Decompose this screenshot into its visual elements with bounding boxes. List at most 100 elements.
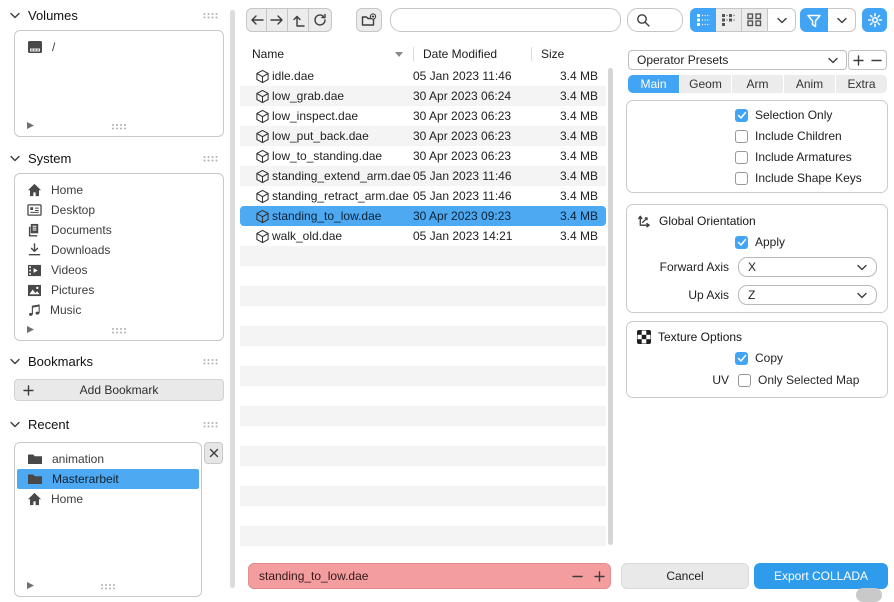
copy-option[interactable]: Copy bbox=[627, 351, 887, 365]
file-row[interactable]: idle.dae05 Jan 2023 11:463.4 MB bbox=[240, 66, 606, 86]
option-include-armatures[interactable]: Include Armatures bbox=[627, 150, 887, 164]
file-row[interactable]: low_to_standing.dae30 Apr 2023 06:233.4 … bbox=[240, 146, 606, 166]
sidebar-item-animation[interactable]: animation bbox=[17, 449, 199, 469]
view-vertical-list-button[interactable] bbox=[690, 8, 716, 32]
only-selected-map-option[interactable]: Only Selected Map bbox=[738, 373, 877, 387]
file-row[interactable]: low_grab.dae30 Apr 2023 06:243.4 MB bbox=[240, 86, 606, 106]
sidebar-item-documents[interactable]: Documents bbox=[17, 220, 221, 240]
forward-axis-dropdown[interactable]: X bbox=[738, 257, 877, 277]
file-row[interactable]: standing_retract_arm.dae05 Jan 2023 11:4… bbox=[240, 186, 606, 206]
tab-arm[interactable]: Arm bbox=[732, 75, 783, 93]
add-bookmark-button[interactable]: Add Bookmark bbox=[14, 379, 224, 401]
arrow-left-icon bbox=[250, 14, 264, 26]
tab-geom[interactable]: Geom bbox=[680, 75, 731, 93]
sidebar-item-music[interactable]: Music bbox=[17, 300, 221, 320]
settings-button[interactable] bbox=[862, 8, 887, 32]
operator-presets-label: Operator Presets bbox=[637, 53, 728, 67]
grip-dots-icon[interactable] bbox=[203, 12, 218, 19]
sidebar-item-home[interactable]: Home bbox=[17, 180, 221, 200]
system-section-header[interactable]: System bbox=[0, 148, 228, 168]
checkbox-unchecked[interactable] bbox=[735, 172, 748, 185]
refresh-button[interactable] bbox=[309, 8, 332, 32]
filter-button[interactable] bbox=[800, 8, 828, 32]
sidebar-item-videos[interactable]: Videos bbox=[17, 260, 221, 280]
tab-anim[interactable]: Anim bbox=[784, 75, 835, 93]
file-list: idle.dae05 Jan 2023 11:463.4 MBlow_grab.… bbox=[240, 66, 606, 546]
tab-extra[interactable]: Extra bbox=[836, 75, 887, 93]
sidebar-item-label: Documents bbox=[51, 223, 112, 237]
empty-row bbox=[240, 506, 606, 526]
filter-options-dropdown[interactable] bbox=[828, 8, 856, 32]
sidebar-item-home[interactable]: Home bbox=[17, 489, 199, 509]
new-folder-button[interactable] bbox=[356, 8, 382, 32]
back-button[interactable] bbox=[246, 8, 267, 32]
path-input[interactable] bbox=[391, 9, 620, 31]
panel-header[interactable]: Texture Options bbox=[627, 322, 887, 344]
checkbox-label: Only Selected Map bbox=[758, 373, 859, 387]
file-list-scrollbar[interactable] bbox=[608, 68, 613, 545]
operator-presets-dropdown[interactable]: Operator Presets bbox=[628, 50, 847, 70]
view-options-dropdown[interactable] bbox=[768, 8, 796, 32]
mesh-file-icon bbox=[252, 149, 272, 164]
cancel-label: Cancel bbox=[666, 569, 703, 583]
parent-directory-button[interactable] bbox=[288, 8, 309, 32]
checkbox-unchecked[interactable] bbox=[738, 374, 751, 387]
file-row[interactable]: standing_extend_arm.dae05 Jan 2023 11:46… bbox=[240, 166, 606, 186]
checkbox-unchecked[interactable] bbox=[735, 130, 748, 143]
grip-dots-icon[interactable] bbox=[203, 358, 218, 365]
tab-main[interactable]: Main bbox=[628, 75, 679, 93]
panel-header[interactable]: Global Orientation bbox=[627, 205, 887, 228]
preset-remove-button[interactable] bbox=[867, 50, 887, 70]
preset-add-button[interactable] bbox=[848, 50, 868, 70]
sidebar-item-pictures[interactable]: Pictures bbox=[17, 280, 221, 300]
sidebar-scrollbar[interactable] bbox=[230, 10, 235, 588]
sidebar: Volumes / System HomeDesktopDocumentsDow… bbox=[0, 0, 228, 598]
search-field[interactable] bbox=[627, 8, 683, 32]
cancel-button[interactable]: Cancel bbox=[621, 563, 749, 589]
option-include-shape-keys[interactable]: Include Shape Keys bbox=[627, 171, 887, 185]
column-header-date[interactable]: Date Modified bbox=[413, 47, 531, 61]
vertical-list-icon bbox=[696, 13, 711, 27]
triangle-right-icon[interactable] bbox=[26, 121, 35, 130]
export-collada-button[interactable]: Export COLLADA bbox=[754, 563, 888, 589]
sidebar-item-masterarbeit[interactable]: Masterarbeit bbox=[17, 469, 199, 489]
up-axis-dropdown[interactable]: Z bbox=[738, 285, 877, 305]
option-selection-only[interactable]: Selection Only bbox=[627, 108, 887, 122]
triangle-right-icon[interactable] bbox=[26, 325, 35, 334]
view-horizontal-list-button[interactable] bbox=[716, 8, 742, 32]
grip-dots-icon[interactable] bbox=[203, 155, 218, 162]
column-header-name[interactable]: Name bbox=[252, 47, 413, 61]
sidebar-item--[interactable]: / bbox=[17, 37, 221, 57]
file-row[interactable]: low_inspect.dae30 Apr 2023 06:233.4 MB bbox=[240, 106, 606, 126]
grip-dots-icon[interactable] bbox=[112, 327, 127, 334]
grip-dots-icon[interactable] bbox=[203, 421, 218, 428]
increment-filename-button[interactable] bbox=[588, 571, 610, 582]
home-icon bbox=[27, 183, 42, 197]
bookmarks-section-header[interactable]: Bookmarks bbox=[0, 351, 228, 371]
forward-button[interactable] bbox=[267, 8, 288, 32]
checkbox-checked[interactable] bbox=[735, 236, 748, 249]
apply-option[interactable]: Apply bbox=[627, 235, 887, 249]
filename-input[interactable] bbox=[249, 569, 566, 583]
view-thumbnails-button[interactable] bbox=[742, 8, 768, 32]
triangle-right-icon[interactable] bbox=[26, 581, 35, 590]
sidebar-item-downloads[interactable]: Downloads bbox=[17, 240, 221, 260]
column-header-size[interactable]: Size bbox=[531, 47, 606, 61]
checkbox-unchecked[interactable] bbox=[735, 151, 748, 164]
recent-section-header[interactable]: Recent bbox=[0, 414, 228, 434]
file-row[interactable]: low_put_back.dae30 Apr 2023 06:233.4 MB bbox=[240, 126, 606, 146]
volumes-section-header[interactable]: Volumes bbox=[0, 5, 228, 25]
sidebar-item-desktop[interactable]: Desktop bbox=[17, 200, 221, 220]
checkbox-checked[interactable] bbox=[735, 352, 748, 365]
funnel-icon bbox=[806, 13, 822, 28]
clear-recent-button[interactable] bbox=[204, 442, 223, 464]
grip-dots-icon[interactable] bbox=[101, 583, 116, 590]
decrement-filename-button[interactable] bbox=[566, 571, 588, 582]
option-include-children[interactable]: Include Children bbox=[627, 129, 887, 143]
file-row[interactable]: walk_old.dae05 Jan 2023 14:213.4 MB bbox=[240, 226, 606, 246]
grip-dots-icon[interactable] bbox=[112, 123, 127, 130]
sidebar-item-label: Videos bbox=[51, 263, 87, 277]
checkbox-checked[interactable] bbox=[735, 109, 748, 122]
file-row[interactable]: standing_to_low.dae30 Apr 2023 09:233.4 … bbox=[240, 206, 606, 226]
window-resize-grip[interactable] bbox=[856, 588, 882, 602]
